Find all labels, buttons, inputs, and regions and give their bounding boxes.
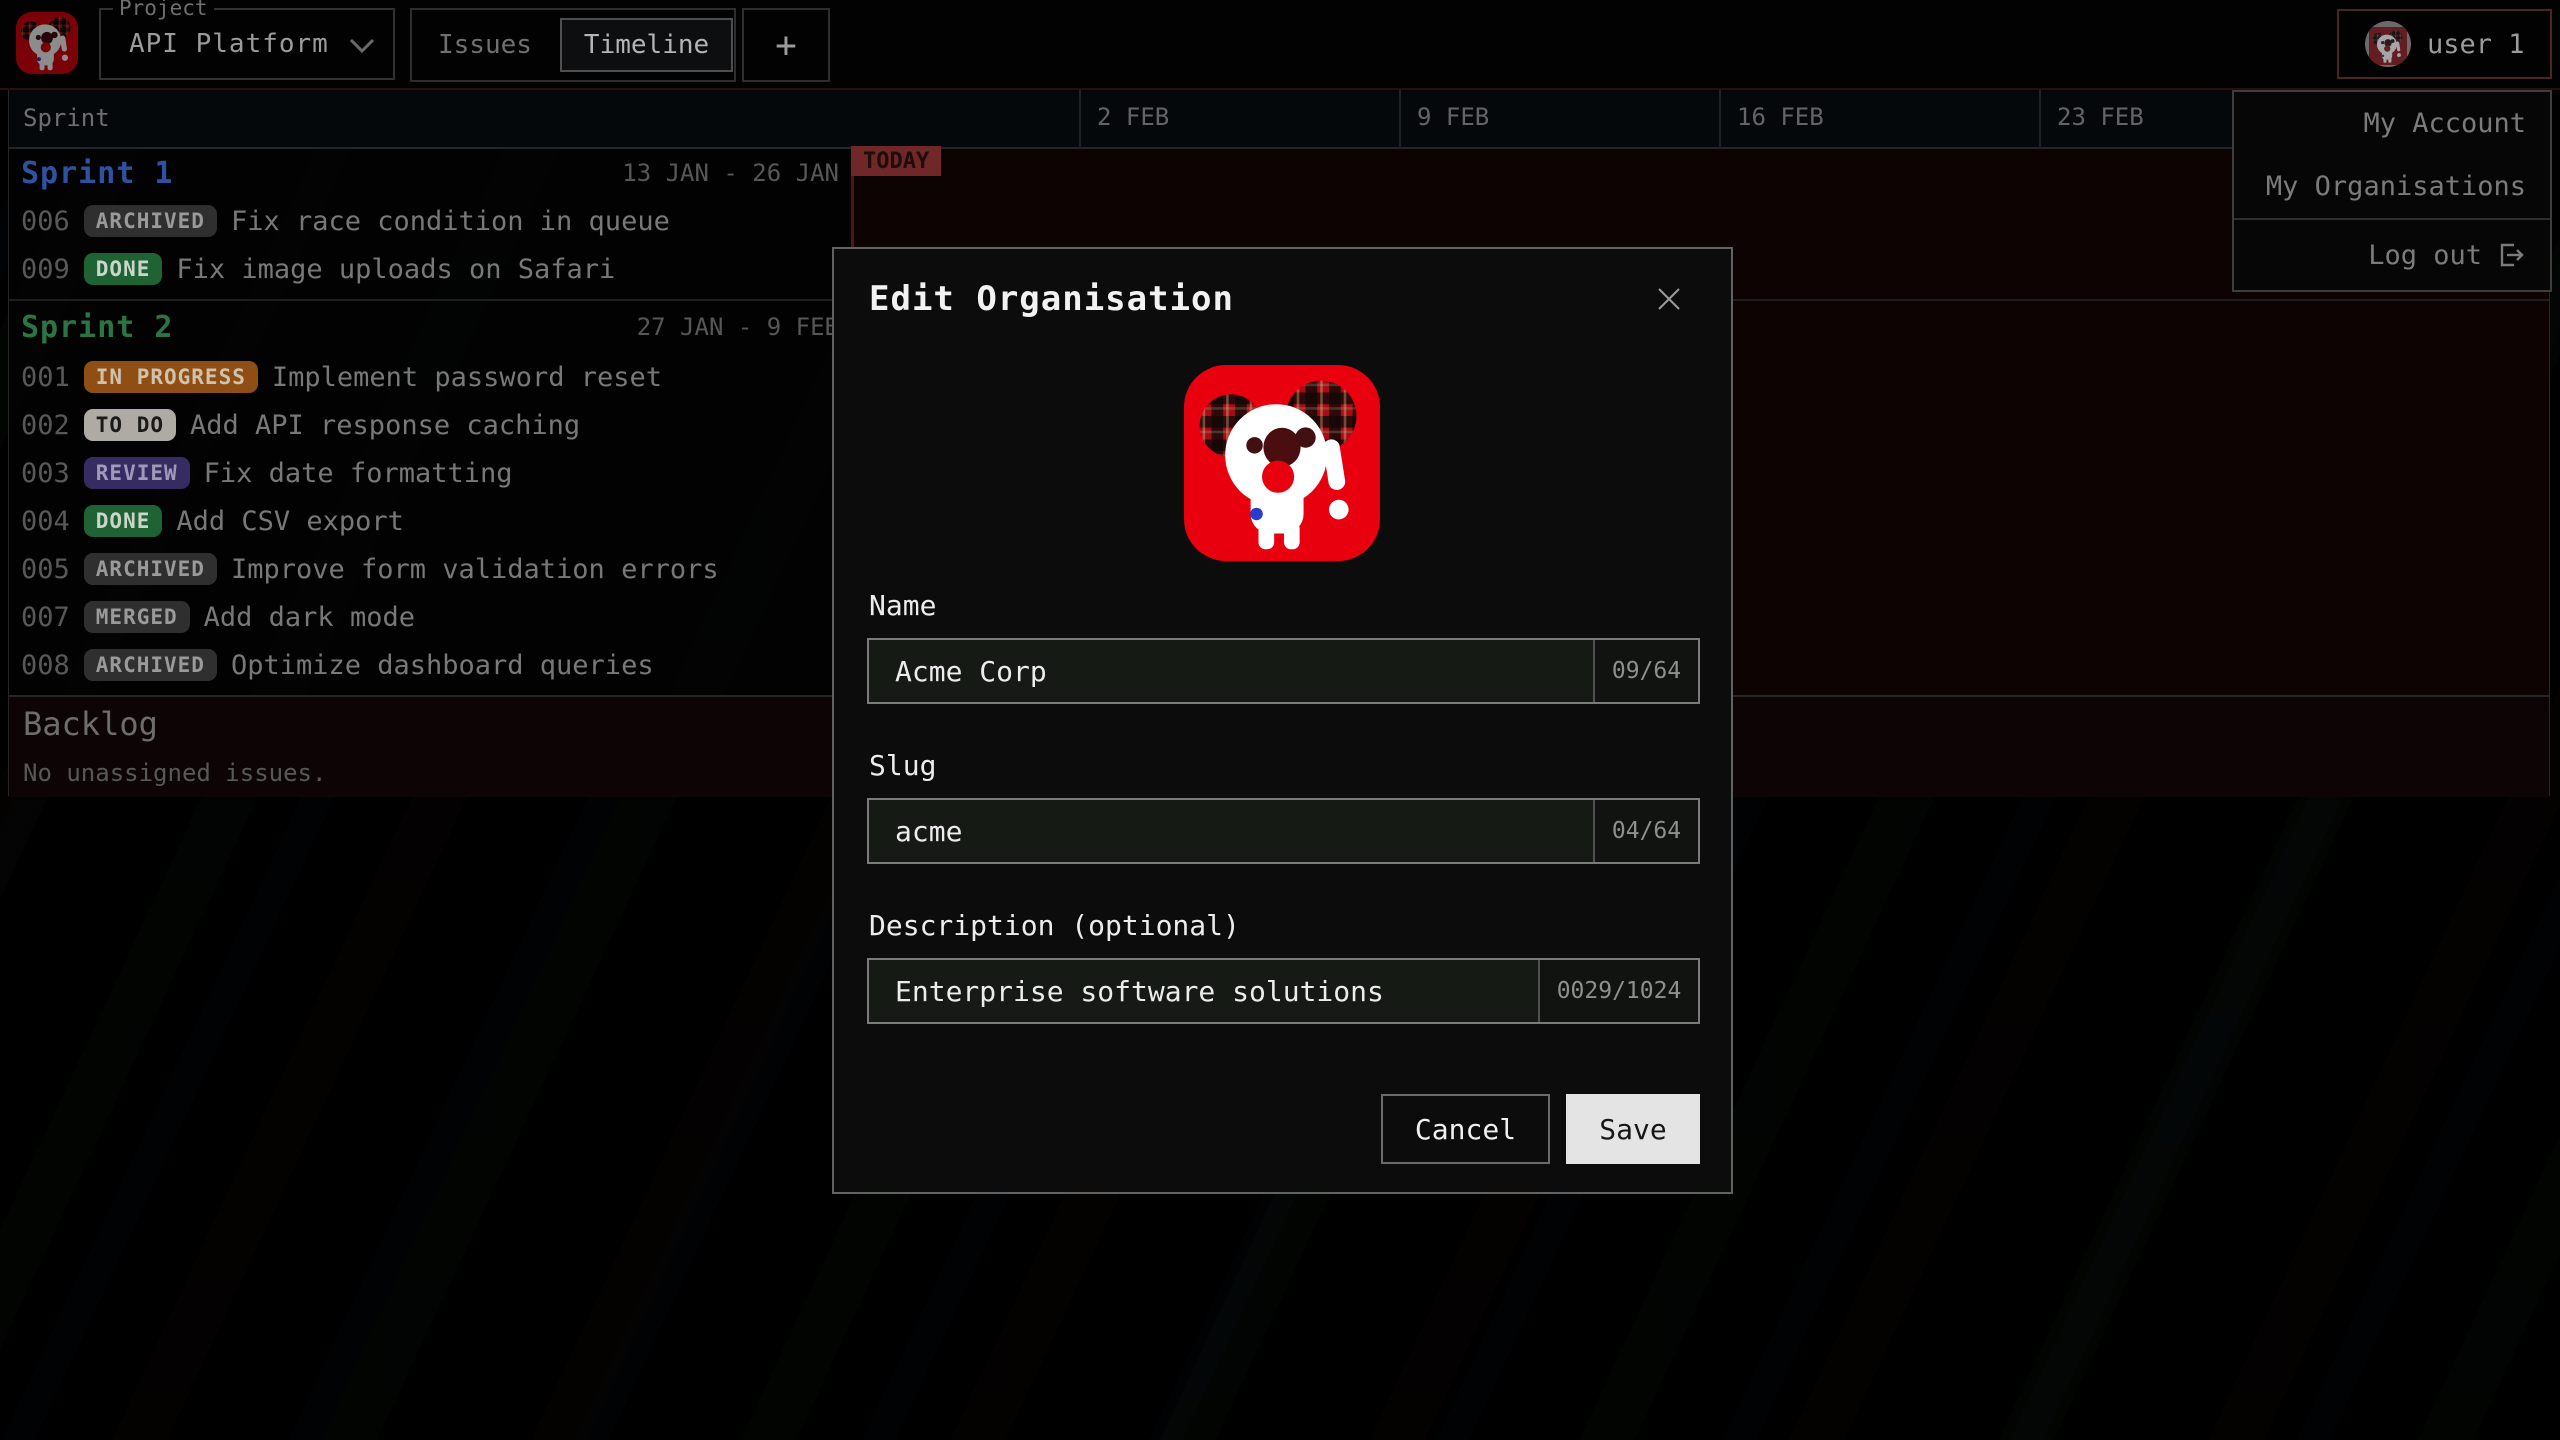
issue-title: Fix race condition in queue bbox=[231, 206, 670, 237]
slug-label: Slug bbox=[869, 745, 936, 785]
issue-number: 005 bbox=[21, 554, 70, 585]
menu-item-my-organisations[interactable]: My Organisations bbox=[2234, 155, 2550, 218]
project-selector[interactable]: Project API Platform bbox=[99, 8, 395, 80]
description-label: Description (optional) bbox=[869, 905, 1240, 945]
timeline-header-row: Sprint 2 FEB 9 FEB 16 FEB 23 FEB bbox=[9, 89, 2549, 149]
sprint-date-range: 27 JAN - 9 FEB bbox=[637, 313, 839, 341]
issue-row[interactable]: 006 ARCHIVED Fix race condition in queue bbox=[9, 197, 851, 245]
edit-organisation-modal: Edit Organisation Name Acme Corp 09/64 S… bbox=[832, 247, 1733, 1194]
issue-title: Optimize dashboard queries bbox=[231, 650, 654, 681]
menu-item-my-account[interactable]: My Account bbox=[2234, 92, 2550, 155]
menu-item-logout[interactable]: Log out bbox=[2234, 220, 2550, 290]
issue-number: 004 bbox=[21, 506, 70, 537]
description-char-counter: 0029/1024 bbox=[1538, 960, 1698, 1022]
status-badge: REVIEW bbox=[84, 457, 190, 489]
status-badge: MERGED bbox=[84, 601, 190, 633]
description-input[interactable]: Enterprise software solutions 0029/1024 bbox=[867, 958, 1700, 1024]
close-icon[interactable] bbox=[1651, 281, 1687, 317]
user-menu-button[interactable]: user 1 bbox=[2337, 9, 2552, 79]
issue-title: Fix image uploads on Safari bbox=[176, 254, 615, 285]
issue-number: 002 bbox=[21, 410, 70, 441]
date-column-header: 9 FEB bbox=[1417, 103, 1489, 131]
modal-actions: Cancel Save bbox=[834, 1094, 1731, 1164]
cancel-button[interactable]: Cancel bbox=[1381, 1094, 1550, 1164]
add-button[interactable]: + bbox=[742, 8, 830, 82]
issue-title: Add API response caching bbox=[190, 410, 580, 441]
user-avatar bbox=[2365, 21, 2411, 67]
issue-row[interactable]: 007 MERGED Add dark mode bbox=[9, 593, 851, 641]
issue-number: 009 bbox=[21, 254, 70, 285]
issue-row[interactable]: 001 IN PROGRESS Implement password reset bbox=[9, 353, 851, 401]
status-badge: DONE bbox=[84, 253, 163, 285]
save-button[interactable]: Save bbox=[1566, 1094, 1700, 1164]
issue-title: Fix date formatting bbox=[204, 458, 513, 489]
modal-title: Edit Organisation bbox=[869, 279, 1234, 319]
slug-char-counter: 04/64 bbox=[1593, 800, 1698, 862]
backlog-title: Backlog bbox=[23, 705, 158, 743]
app-screen: Project API Platform Issues Timeline + u… bbox=[0, 0, 2560, 1440]
issue-title: Implement password reset bbox=[272, 362, 662, 393]
issue-row[interactable]: 004 DONE Add CSV export bbox=[9, 497, 851, 545]
slug-input[interactable]: acme 04/64 bbox=[867, 798, 1700, 864]
issue-number: 007 bbox=[21, 602, 70, 633]
issue-number: 006 bbox=[21, 206, 70, 237]
status-badge: TO DO bbox=[84, 409, 176, 441]
user-name: user 1 bbox=[2427, 29, 2525, 60]
tab-issues[interactable]: Issues bbox=[412, 30, 558, 60]
date-column-header: 23 FEB bbox=[2057, 103, 2144, 131]
slug-value[interactable]: acme bbox=[869, 800, 1593, 862]
issue-row[interactable]: 002 TO DO Add API response caching bbox=[9, 401, 851, 449]
project-name: API Platform bbox=[129, 10, 329, 78]
name-input[interactable]: Acme Corp 09/64 bbox=[867, 638, 1700, 704]
status-badge: DONE bbox=[84, 505, 163, 537]
tab-timeline[interactable]: Timeline bbox=[560, 18, 733, 72]
name-label: Name bbox=[869, 585, 936, 625]
sprint-section: Sprint 1 13 JAN - 26 JAN 006 ARCHIVED Fi… bbox=[9, 149, 851, 301]
today-badge: TODAY bbox=[851, 146, 941, 176]
view-switcher: Issues Timeline bbox=[410, 8, 736, 82]
description-value[interactable]: Enterprise software solutions bbox=[869, 960, 1538, 1022]
sprint-column-header: Sprint bbox=[23, 89, 110, 147]
issue-row[interactable]: 009 DONE Fix image uploads on Safari bbox=[9, 245, 851, 293]
name-value[interactable]: Acme Corp bbox=[869, 640, 1593, 702]
issue-row[interactable]: 008 ARCHIVED Optimize dashboard queries bbox=[9, 641, 851, 689]
status-badge: ARCHIVED bbox=[84, 205, 217, 237]
logout-icon bbox=[2496, 240, 2526, 270]
issue-row[interactable]: 005 ARCHIVED Improve form validation err… bbox=[9, 545, 851, 593]
date-column-header: 2 FEB bbox=[1097, 103, 1169, 131]
logout-label: Log out bbox=[2368, 240, 2482, 271]
status-badge: ARCHIVED bbox=[84, 649, 217, 681]
name-char-counter: 09/64 bbox=[1593, 640, 1698, 702]
date-column-header: 16 FEB bbox=[1737, 103, 1824, 131]
chevron-down-icon bbox=[349, 38, 375, 58]
status-badge: IN PROGRESS bbox=[84, 361, 258, 393]
sprint-name[interactable]: Sprint 1 bbox=[21, 156, 174, 191]
sprint-name[interactable]: Sprint 2 bbox=[21, 310, 174, 345]
issue-number: 003 bbox=[21, 458, 70, 489]
issue-row[interactable]: 003 REVIEW Fix date formatting bbox=[9, 449, 851, 497]
organisation-logo-koala bbox=[1184, 365, 1380, 561]
backlog-empty-text: No unassigned issues. bbox=[23, 759, 326, 787]
issue-title: Add dark mode bbox=[204, 602, 415, 633]
status-badge: ARCHIVED bbox=[84, 553, 217, 585]
sprint-section: Sprint 2 27 JAN - 9 FEB 001 IN PROGRESS … bbox=[9, 301, 851, 695]
issue-title: Improve form validation errors bbox=[231, 554, 719, 585]
issue-title: Add CSV export bbox=[176, 506, 404, 537]
sprint-date-range: 13 JAN - 26 JAN bbox=[622, 159, 839, 187]
app-logo-koala-icon[interactable] bbox=[16, 12, 78, 74]
top-bar: Project API Platform Issues Timeline + u… bbox=[0, 0, 2560, 90]
issue-number: 008 bbox=[21, 650, 70, 681]
issue-number: 001 bbox=[21, 362, 70, 393]
user-dropdown-menu: My AccountMy Organisations Log out bbox=[2232, 90, 2552, 292]
